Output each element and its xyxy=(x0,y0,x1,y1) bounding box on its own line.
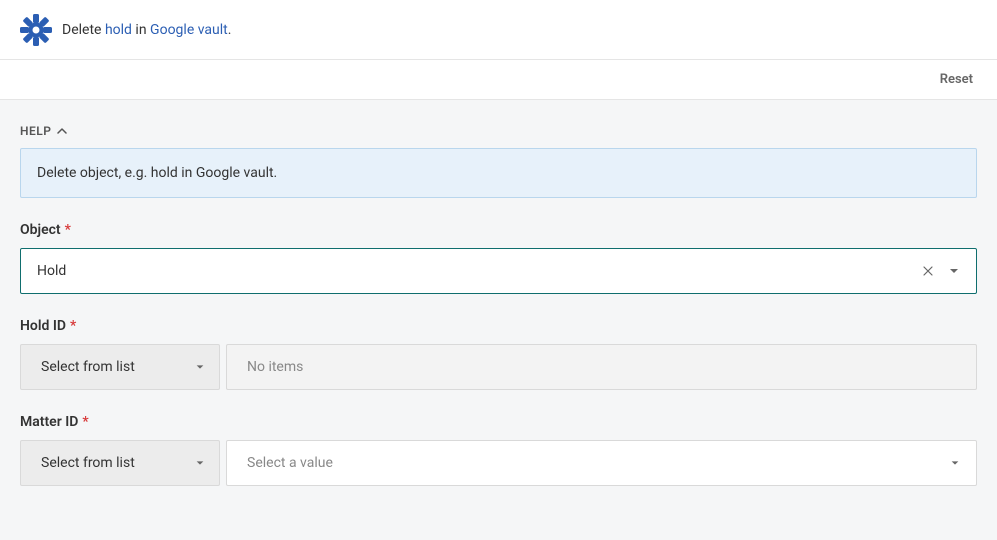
hold-id-label-row: Hold ID * xyxy=(20,318,76,334)
caret-down-icon xyxy=(195,458,205,468)
content-area: HELP Delete object, e.g. hold in Google … xyxy=(0,100,997,534)
header-bar: Delete hold in Google vault. xyxy=(0,0,997,60)
matter-id-mode-select[interactable]: Select from list xyxy=(20,440,220,486)
required-marker: * xyxy=(82,414,88,430)
hold-id-value-box[interactable]: No items xyxy=(226,344,977,390)
clear-icon[interactable] xyxy=(922,265,934,277)
reset-button[interactable]: Reset xyxy=(940,72,973,87)
object-label-row: Object * xyxy=(20,222,71,238)
matter-id-label-row: Matter ID * xyxy=(20,414,89,430)
matter-id-value-select[interactable]: Select a value xyxy=(226,440,977,486)
matter-id-label: Matter ID xyxy=(20,414,78,430)
header-suffix: . xyxy=(228,22,232,38)
chevron-up-icon xyxy=(57,126,67,136)
required-marker: * xyxy=(70,318,76,334)
field-object: Object * Hold xyxy=(20,222,977,294)
required-marker: * xyxy=(65,222,71,238)
caret-down-icon xyxy=(195,362,205,372)
field-hold-id: Hold ID * Select from list No items xyxy=(20,318,977,390)
caret-down-icon xyxy=(948,265,960,277)
matter-id-placeholder: Select a value xyxy=(247,455,333,471)
header-link-googlevault[interactable]: Google vault xyxy=(150,22,228,38)
help-toggle[interactable]: HELP xyxy=(20,124,977,148)
hold-id-label: Hold ID xyxy=(20,318,66,334)
field-matter-id: Matter ID * Select from list Select a va… xyxy=(20,414,977,486)
header-mid: in xyxy=(135,22,146,38)
hold-id-placeholder: No items xyxy=(247,359,303,375)
header-prefix: Delete xyxy=(62,22,101,38)
matter-id-mode-value: Select from list xyxy=(41,455,135,471)
help-label: HELP xyxy=(20,124,51,138)
header-description: Delete hold in Google vault. xyxy=(62,22,231,38)
hold-id-mode-value: Select from list xyxy=(41,359,135,375)
help-section: HELP Delete object, e.g. hold in Google … xyxy=(20,124,977,198)
toolbar: Reset xyxy=(0,60,997,100)
hold-id-mode-select[interactable]: Select from list xyxy=(20,344,220,390)
app-logo xyxy=(20,14,52,46)
object-value: Hold xyxy=(37,263,66,279)
caret-down-icon xyxy=(950,458,960,468)
object-label: Object xyxy=(20,222,61,238)
object-select[interactable]: Hold xyxy=(20,248,977,294)
header-link-hold[interactable]: hold xyxy=(105,22,132,38)
help-content: Delete object, e.g. hold in Google vault… xyxy=(20,148,977,198)
